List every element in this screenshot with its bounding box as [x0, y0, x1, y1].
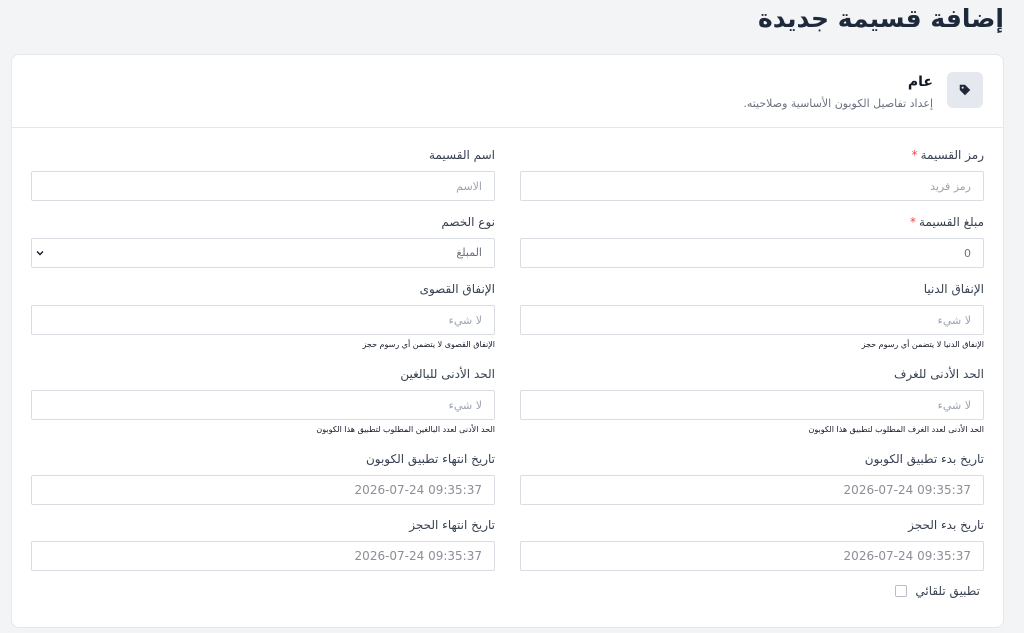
discount-type-field: نوع الخصم المبلغ	[31, 214, 495, 268]
discount-type-value: المبلغ	[456, 246, 482, 259]
max-spend-label: الإنفاق القصوى	[419, 282, 495, 296]
booking-start-field: تاريخ بدء الحجز	[520, 517, 984, 571]
coupon-code-input[interactable]	[520, 171, 984, 201]
min-rooms-field: الحد الأدنى للغرف الحد الأدنى لعدد الغرف…	[520, 366, 984, 435]
coupon-form-card: عام إعداد تفاصيل الكوبون الأساسية وصلاحي…	[11, 54, 1004, 628]
chevron-down-icon	[36, 251, 44, 256]
min-spend-input[interactable]	[520, 305, 984, 335]
required-marker: *	[910, 215, 917, 229]
min-rooms-label: الحد الأدنى للغرف	[893, 367, 984, 381]
coupon-amount-label: مبلغ القسيمة*	[910, 215, 984, 229]
coupon-start-label: تاريخ بدء تطبيق الكوبون	[864, 452, 984, 466]
max-spend-help: الإنفاق القصوى لا يتضمن أي رسوم حجز	[362, 340, 495, 349]
max-spend-field: الإنفاق القصوى الإنفاق القصوى لا يتضمن أ…	[31, 281, 495, 350]
section-header: عام إعداد تفاصيل الكوبون الأساسية وصلاحي…	[12, 55, 1003, 128]
coupon-end-label: تاريخ انتهاء تطبيق الكوبون	[365, 452, 495, 466]
min-adults-help: الحد الأدنى لعدد البالغين المطلوب لتطبيق…	[316, 425, 495, 434]
min-adults-field: الحد الأدنى للبالغين الحد الأدنى لعدد ال…	[31, 366, 495, 435]
booking-start-label: تاريخ بدء الحجز	[908, 518, 984, 532]
min-spend-help: الإنفاق الدنيا لا يتضمن أي رسوم حجز	[861, 340, 984, 349]
coupon-start-field: تاريخ بدء تطبيق الكوبون	[520, 451, 984, 505]
min-spend-field: الإنفاق الدنيا الإنفاق الدنيا لا يتضمن أ…	[520, 281, 984, 350]
booking-end-label: تاريخ انتهاء الحجز	[409, 518, 495, 532]
auto-apply-row[interactable]: تطبيق تلقائي	[895, 584, 980, 598]
required-marker: *	[911, 148, 918, 162]
auto-apply-label: تطبيق تلقائي	[915, 584, 980, 598]
auto-apply-checkbox[interactable]	[895, 585, 908, 597]
coupon-code-field: رمز القسيمة*	[520, 147, 984, 201]
booking-start-input[interactable]	[520, 541, 984, 571]
coupon-end-field: تاريخ انتهاء تطبيق الكوبون	[31, 451, 495, 505]
section-subtitle: إعداد تفاصيل الكوبون الأساسية وصلاحيته.	[743, 97, 933, 110]
coupon-code-label: رمز القسيمة*	[911, 148, 984, 162]
coupon-end-input[interactable]	[31, 475, 495, 505]
min-rooms-input[interactable]	[520, 390, 984, 420]
section-title: عام	[907, 74, 933, 90]
coupon-amount-input[interactable]	[520, 238, 984, 268]
min-spend-label: الإنفاق الدنيا	[923, 282, 984, 296]
min-adults-label: الحد الأدنى للبالغين	[400, 367, 495, 381]
discount-type-label: نوع الخصم	[441, 215, 495, 229]
max-spend-input[interactable]	[31, 305, 495, 335]
booking-end-field: تاريخ انتهاء الحجز	[31, 517, 495, 571]
coupon-name-field: اسم القسيمة	[31, 147, 495, 201]
coupon-name-label: اسم القسيمة	[429, 148, 495, 162]
coupon-name-input[interactable]	[31, 171, 495, 201]
coupon-amount-field: مبلغ القسيمة*	[520, 214, 984, 268]
page-title: إضافة قسيمة جديدة	[757, 4, 1004, 33]
min-rooms-help: الحد الأدنى لعدد الغرف المطلوب لتطبيق هذ…	[808, 425, 984, 434]
discount-type-select[interactable]: المبلغ	[31, 238, 495, 268]
min-adults-input[interactable]	[31, 390, 495, 420]
coupon-start-input[interactable]	[520, 475, 984, 505]
booking-end-input[interactable]	[31, 541, 495, 571]
tag-icon	[947, 72, 983, 108]
